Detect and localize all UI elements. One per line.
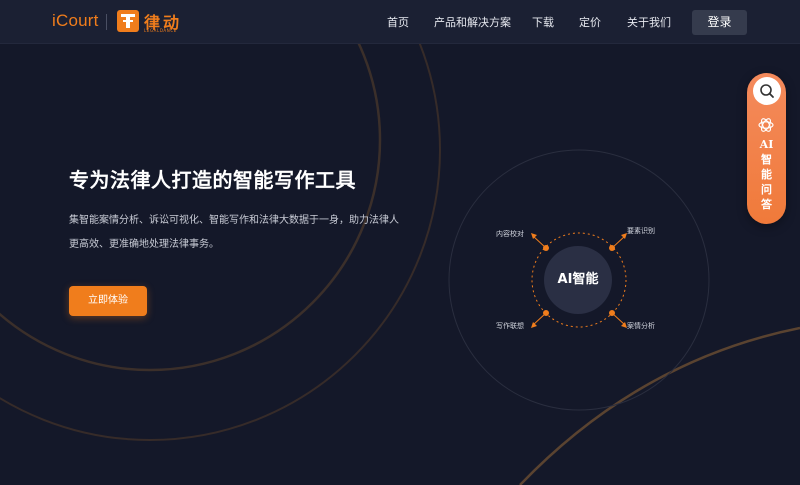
label-writing-association: 写作联想 [496, 322, 524, 330]
try-now-button[interactable]: 立即体验 [69, 286, 147, 316]
nav-pricing[interactable]: 定价 [579, 14, 601, 30]
icourt-logo[interactable]: iCourt [52, 11, 99, 31]
hero-description: 集智能案情分析、诉讼可视化、智能写作和法律大数据于一身，助力法律人更高效、更准确… [69, 215, 399, 250]
ai-qa-side-widget[interactable]: AI 智 能 问 答 [747, 73, 786, 224]
ai-qa-char: AI [759, 138, 774, 151]
ai-qa-label[interactable]: AI 智 能 问 答 [747, 137, 786, 212]
hero-title: 专为法律人打造的智能写作工具 [69, 168, 356, 192]
legaldance-logo-icon[interactable] [117, 10, 139, 32]
nav-products[interactable]: 产品和解决方案 [434, 14, 511, 30]
ai-qa-char: 问 [761, 183, 772, 196]
nav-about[interactable]: 关于我们 [627, 14, 671, 30]
logo-divider [106, 14, 107, 30]
ai-qa-char: 答 [761, 198, 772, 211]
ai-qa-char: 智 [761, 153, 772, 166]
ai-qa-char: 能 [761, 168, 772, 181]
label-case-analysis: 案情分析 [627, 322, 655, 330]
legaldance-logo-subtext: LEGALDANCE [144, 28, 177, 33]
openai-icon [757, 116, 775, 134]
search-icon[interactable] [753, 77, 781, 105]
nav-download[interactable]: 下载 [532, 14, 554, 30]
label-element-recognition: 要素识别 [627, 227, 655, 235]
ai-center-circle: AI智能 [544, 246, 612, 314]
login-button[interactable]: 登录 [692, 10, 747, 35]
label-content-proofreading: 内容校对 [496, 230, 524, 238]
top-nav-bar: iCourt 律动 LEGALDANCE 首页 产品和解决方案 下载 定价 关于… [0, 0, 800, 44]
nav-home[interactable]: 首页 [387, 14, 409, 30]
